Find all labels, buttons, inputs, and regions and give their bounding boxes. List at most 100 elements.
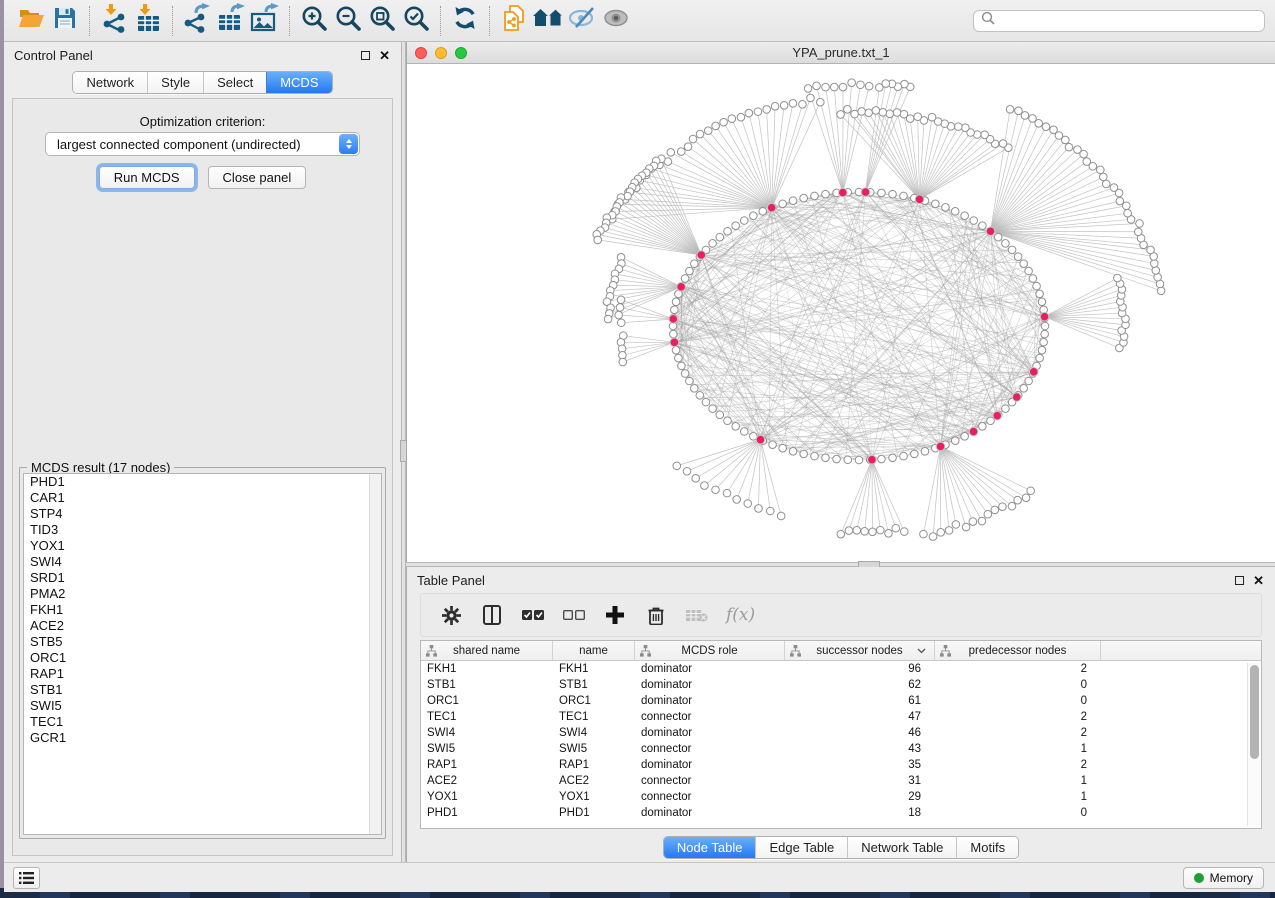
column-header-predecessor-nodes[interactable]: predecessor nodes	[935, 641, 1101, 660]
list-item[interactable]: TID3	[24, 522, 381, 538]
save-session-button[interactable]	[48, 5, 82, 37]
search-input[interactable]	[1000, 14, 1257, 28]
cell-predecessor-nodes: 2	[935, 661, 1101, 677]
table-row[interactable]: ORC1ORC1dominator610	[421, 693, 1261, 709]
column-header-name[interactable]: name	[553, 641, 635, 660]
cell-MCDS-role: dominator	[635, 661, 785, 677]
toolbar-separator	[440, 6, 441, 36]
table-row[interactable]: YOX1YOX1connector291	[421, 789, 1261, 805]
cell-name: RAP1	[553, 757, 635, 773]
cell-MCDS-role: connector	[635, 789, 785, 805]
split-panel-button[interactable]	[480, 603, 504, 627]
tab-node-table[interactable]: Node Table	[664, 837, 756, 858]
result-list-scrollbar[interactable]	[369, 474, 381, 834]
float-panel-icon[interactable]	[361, 51, 370, 60]
zoom-selected-icon	[402, 4, 430, 37]
column-header-MCDS-role[interactable]: MCDS role	[635, 641, 785, 660]
column-header-successor-nodes[interactable]: successor nodes	[785, 641, 935, 660]
list-item[interactable]: STB1	[24, 682, 381, 698]
table-panel: Table Panel ✕	[406, 567, 1275, 862]
cell-name: YOX1	[553, 789, 635, 805]
cell-successor-nodes: 62	[785, 677, 935, 693]
tab-motifs[interactable]: Motifs	[956, 837, 1018, 858]
zoom-selected-button[interactable]	[399, 5, 433, 37]
mcds-result-list[interactable]: PHD1CAR1STP4TID3YOX1SWI4SRD1PMA2FKH1ACE2…	[23, 473, 382, 835]
select-all-button[interactable]	[521, 603, 545, 627]
table-panel-title: Table Panel	[407, 573, 485, 588]
panel-list-button[interactable]	[13, 867, 40, 889]
delete-column-button[interactable]	[644, 603, 668, 627]
cell-successor-nodes: 61	[785, 693, 935, 709]
table-row[interactable]: FKH1FKH1dominator962	[421, 661, 1261, 677]
clone-network-button[interactable]	[497, 5, 531, 37]
list-item[interactable]: STB5	[24, 634, 381, 650]
export-network-button[interactable]	[180, 5, 214, 37]
open-file-button[interactable]	[14, 5, 48, 37]
list-item[interactable]: SWI4	[24, 554, 381, 570]
zoom-fit-button[interactable]	[365, 5, 399, 37]
export-table-button[interactable]	[214, 5, 248, 37]
float-panel-icon[interactable]	[1235, 576, 1244, 585]
tab-edge-table[interactable]: Edge Table	[755, 837, 847, 858]
first-neighbors-button[interactable]	[531, 5, 565, 37]
scrollbar-thumb[interactable]	[1250, 665, 1259, 759]
import-network-button[interactable]	[97, 5, 131, 37]
list-item[interactable]: CAR1	[24, 490, 381, 506]
search-icon	[981, 11, 995, 30]
list-item[interactable]: YOX1	[24, 538, 381, 554]
criterion-dropdown[interactable]: largest connected component (undirected)	[45, 132, 360, 156]
export-image-button[interactable]	[248, 5, 282, 37]
tab-style[interactable]: Style	[147, 72, 203, 93]
hide-selected-button[interactable]	[565, 5, 599, 37]
list-item[interactable]: STP4	[24, 506, 381, 522]
table-row[interactable]: ACE2ACE2connector311	[421, 773, 1261, 789]
cell-MCDS-role: dominator	[635, 805, 785, 821]
list-item[interactable]: SRD1	[24, 570, 381, 586]
show-all-button[interactable]	[599, 5, 633, 37]
memory-button[interactable]: Memory	[1183, 867, 1264, 889]
list-item[interactable]: RAP1	[24, 666, 381, 682]
table-row[interactable]: SWI4SWI4dominator462	[421, 725, 1261, 741]
table-row[interactable]: RAP1RAP1dominator352	[421, 757, 1261, 773]
table-settings-button[interactable]	[439, 603, 463, 627]
table-row[interactable]: PHD1PHD1dominator180	[421, 805, 1261, 821]
zoom-in-button[interactable]	[297, 5, 331, 37]
list-item[interactable]: ACE2	[24, 618, 381, 634]
run-mcds-button[interactable]: Run MCDS	[99, 166, 195, 189]
deselect-all-button[interactable]	[562, 603, 586, 627]
list-item[interactable]: PMA2	[24, 586, 381, 602]
table-row[interactable]: STB1STB1dominator620	[421, 677, 1261, 693]
column-header-shared-name[interactable]: shared name	[421, 641, 553, 660]
tab-network-table[interactable]: Network Table	[847, 837, 956, 858]
tab-select[interactable]: Select	[203, 72, 266, 93]
cell-MCDS-role: connector	[635, 741, 785, 757]
tab-network[interactable]: Network	[73, 72, 147, 93]
close-panel-button[interactable]: Close panel	[208, 166, 307, 189]
cell-shared-name: SWI5	[421, 741, 553, 757]
cell-name: STB1	[553, 677, 635, 693]
close-panel-icon[interactable]: ✕	[1253, 576, 1264, 585]
network-canvas[interactable]	[407, 64, 1275, 562]
add-column-button[interactable]	[603, 603, 627, 627]
import-table-button[interactable]	[131, 5, 165, 37]
close-panel-icon[interactable]: ✕	[379, 51, 390, 60]
table-header-row: shared namenameMCDS rolesuccessor nodesp…	[421, 641, 1261, 661]
list-item[interactable]: PHD1	[24, 474, 381, 490]
table-row[interactable]: SWI5SWI5connector431	[421, 741, 1261, 757]
list-item[interactable]: TEC1	[24, 714, 381, 730]
cell-name: SWI5	[553, 741, 635, 757]
list-item[interactable]: GCR1	[24, 730, 381, 746]
refresh-view-button[interactable]	[448, 5, 482, 37]
list-item[interactable]: ORC1	[24, 650, 381, 666]
network-window-titlebar[interactable]: YPA_prune.txt_1	[407, 42, 1275, 64]
export-image-icon	[249, 3, 281, 38]
search-field[interactable]	[973, 10, 1265, 32]
tab-mcds[interactable]: MCDS	[266, 72, 331, 93]
table-scrollbar[interactable]	[1247, 663, 1260, 826]
zoom-out-button[interactable]	[331, 5, 365, 37]
cell-successor-nodes: 96	[785, 661, 935, 677]
list-item[interactable]: FKH1	[24, 602, 381, 618]
table-tabs: Node TableEdge TableNetwork TableMotifs	[407, 836, 1275, 859]
table-row[interactable]: TEC1TEC1connector472	[421, 709, 1261, 725]
list-item[interactable]: SWI5	[24, 698, 381, 714]
